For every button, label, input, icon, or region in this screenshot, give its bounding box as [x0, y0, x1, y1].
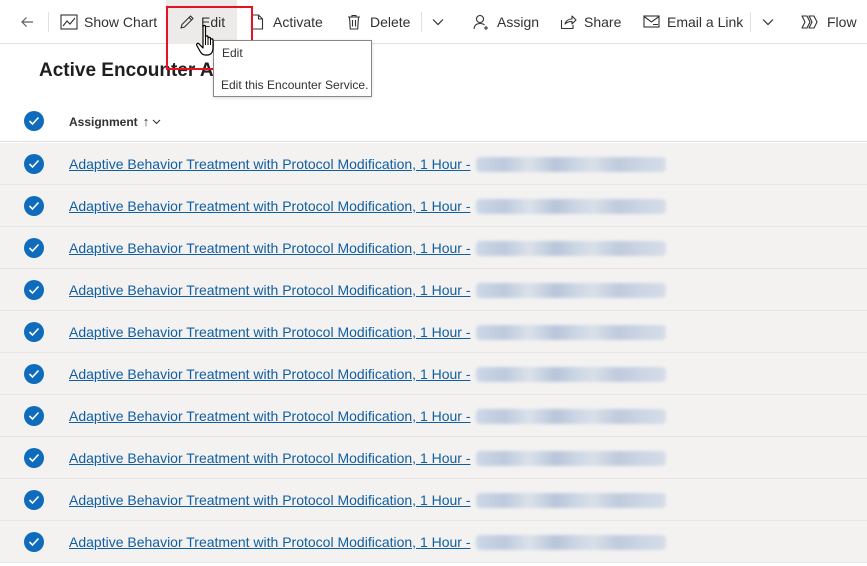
activate-button[interactable]: Activate [250, 0, 323, 44]
redacted-text [476, 409, 666, 424]
row-checkbox[interactable] [24, 448, 44, 468]
assignment-link[interactable]: Adaptive Behavior Treatment with Protoco… [69, 156, 471, 172]
redacted-text [476, 325, 666, 340]
assignment-link[interactable]: Adaptive Behavior Treatment with Protoco… [69, 324, 471, 340]
check-circle-icon [28, 243, 40, 253]
row-checkbox[interactable] [24, 364, 44, 384]
assignment-link[interactable]: Adaptive Behavior Treatment with Protoco… [69, 534, 471, 550]
check-circle-icon [28, 116, 40, 126]
flow-icon [801, 15, 818, 29]
select-all-checkbox[interactable] [24, 111, 44, 131]
table-row[interactable]: Adaptive Behavior Treatment with Protoco… [0, 269, 867, 311]
trash-icon [348, 14, 360, 30]
assignment-link[interactable]: Adaptive Behavior Treatment with Protoco… [69, 408, 471, 424]
back-arrow-icon [21, 17, 33, 27]
table-row[interactable]: Adaptive Behavior Treatment with Protoco… [0, 521, 867, 563]
row-checkbox[interactable] [24, 196, 44, 216]
delete-button[interactable]: Delete [347, 0, 410, 44]
table-row[interactable]: Adaptive Behavior Treatment with Protoco… [0, 479, 867, 521]
redacted-text [476, 451, 666, 466]
column-header-assignment[interactable]: Assignment ↑ [69, 114, 161, 129]
check-circle-icon [28, 495, 40, 505]
flow-label: Flow [827, 14, 857, 30]
delete-label: Delete [370, 14, 411, 30]
edit-tooltip: Edit Edit this Encounter Service. [213, 40, 372, 97]
check-circle-icon [28, 537, 40, 547]
chevron-down-icon [152, 119, 161, 124]
table-row[interactable]: Adaptive Behavior Treatment with Protoco… [0, 227, 867, 269]
table-row[interactable]: Adaptive Behavior Treatment with Protoco… [0, 185, 867, 227]
assignment-link[interactable]: Adaptive Behavior Treatment with Protoco… [69, 240, 471, 256]
row-checkbox[interactable] [24, 238, 44, 258]
redacted-text [476, 367, 666, 382]
redacted-text [476, 493, 666, 508]
share-icon [560, 15, 577, 30]
assignment-link[interactable]: Adaptive Behavior Treatment with Protoco… [69, 198, 471, 214]
table-row[interactable]: Adaptive Behavior Treatment with Protoco… [0, 353, 867, 395]
sort-ascending-icon: ↑ [142, 114, 150, 129]
hand-cursor-icon [196, 24, 214, 56]
redacted-text [476, 241, 666, 256]
flow-button[interactable]: Flow [801, 0, 857, 44]
person-icon [473, 14, 488, 30]
check-circle-icon [28, 327, 40, 337]
row-checkbox[interactable] [24, 280, 44, 300]
assignment-link[interactable]: Adaptive Behavior Treatment with Protoco… [69, 282, 471, 298]
chevron-down-icon [762, 19, 774, 26]
assign-button[interactable]: Assign [473, 0, 539, 44]
row-checkbox[interactable] [24, 406, 44, 426]
toolbar-divider [48, 12, 49, 32]
tooltip-description: Edit this Encounter Service. [221, 78, 369, 92]
row-checkbox[interactable] [24, 154, 44, 174]
check-circle-icon [28, 453, 40, 463]
column-header-label: Assignment [69, 114, 138, 129]
row-checkbox[interactable] [24, 532, 44, 552]
grid-rows: Adaptive Behavior Treatment with Protoco… [0, 143, 867, 563]
redacted-text [476, 157, 666, 172]
share-label: Share [584, 14, 622, 30]
row-checkbox[interactable] [24, 490, 44, 510]
row-checkbox[interactable] [24, 322, 44, 342]
assignment-link[interactable]: Adaptive Behavior Treatment with Protoco… [69, 492, 471, 508]
assignment-link[interactable]: Adaptive Behavior Treatment with Protoco… [69, 450, 471, 466]
check-circle-icon [28, 159, 40, 169]
grid-header: Assignment ↑ [0, 100, 867, 142]
activate-label: Activate [273, 14, 323, 30]
redacted-text [476, 283, 666, 298]
assign-label: Assign [497, 14, 540, 30]
table-row[interactable]: Adaptive Behavior Treatment with Protoco… [0, 437, 867, 479]
more-delete-options-button[interactable] [432, 0, 444, 44]
back-button[interactable] [8, 0, 46, 44]
check-circle-icon [28, 411, 40, 421]
table-row[interactable]: Adaptive Behavior Treatment with Protoco… [0, 311, 867, 353]
check-circle-icon [28, 369, 40, 379]
email-link-label: Email a Link [667, 14, 744, 30]
chart-icon [60, 14, 78, 30]
check-circle-icon [28, 285, 40, 295]
check-circle-icon [28, 201, 40, 211]
redacted-text [476, 535, 666, 550]
toolbar-divider [750, 12, 751, 32]
show-chart-button[interactable]: Show Chart [60, 0, 157, 44]
share-button[interactable]: Share [560, 0, 621, 44]
chevron-down-icon [432, 19, 444, 26]
assignment-link[interactable]: Adaptive Behavior Treatment with Protoco… [69, 366, 471, 382]
redacted-text [476, 199, 666, 214]
more-email-options-button[interactable] [762, 0, 774, 44]
email-icon [643, 15, 660, 28]
table-row[interactable]: Adaptive Behavior Treatment with Protoco… [0, 395, 867, 437]
command-bar: Show Chart Edit Activate Delete Assign S… [0, 0, 867, 44]
tooltip-title: Edit [222, 46, 243, 60]
show-chart-label: Show Chart [84, 14, 158, 30]
toolbar-divider [421, 12, 422, 32]
table-row[interactable]: Adaptive Behavior Treatment with Protoco… [0, 143, 867, 185]
email-link-button[interactable]: Email a Link [643, 0, 743, 44]
